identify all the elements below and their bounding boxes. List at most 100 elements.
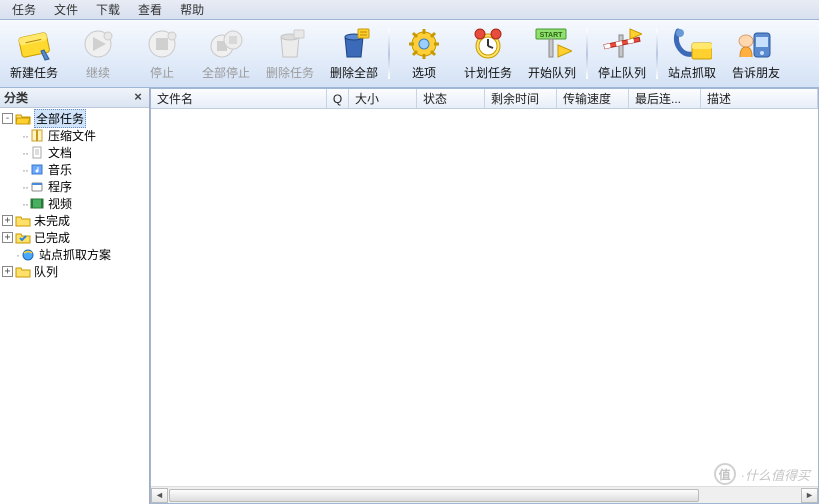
menu-download[interactable]: 下载	[88, 0, 128, 20]
svg-text:START: START	[540, 32, 564, 39]
tree-node-finished[interactable]: + 已完成	[0, 229, 149, 246]
folder-open-icon	[15, 112, 31, 126]
expand-icon[interactable]: +	[2, 266, 13, 277]
tell-friend-icon	[736, 26, 776, 62]
schedule-button[interactable]: 计划任务	[456, 22, 520, 86]
resume-icon	[78, 26, 118, 62]
expand-icon[interactable]: +	[2, 232, 13, 243]
list-body[interactable]	[151, 109, 818, 486]
document-icon	[29, 146, 45, 160]
stop-all-icon	[206, 26, 246, 62]
tree-node-all-tasks[interactable]: - 全部任务	[0, 110, 149, 127]
tree-line-icon: ··	[22, 129, 28, 143]
sidebar-close-button[interactable]: ×	[131, 91, 145, 105]
menu-help[interactable]: 帮助	[172, 0, 212, 20]
tree-node-video[interactable]: ·· 视频	[0, 195, 149, 212]
stop-label: 停止	[150, 64, 174, 81]
tree-label: 压缩文件	[48, 127, 96, 144]
toolbar: 新建任务 继续 停止 全部停止 删除任务 删除全部 选项	[0, 20, 819, 88]
menu-bar: 任务 文件 下载 查看 帮助	[0, 0, 819, 20]
schedule-label: 计划任务	[464, 64, 512, 81]
folder-check-icon	[15, 231, 31, 245]
resume-button[interactable]: 继续	[66, 22, 130, 86]
options-button[interactable]: 选项	[392, 22, 456, 86]
scroll-thumb[interactable]	[169, 489, 699, 502]
new-task-icon	[14, 26, 54, 62]
tree-label: 全部任务	[34, 109, 86, 128]
col-speed[interactable]: 传输速度	[557, 89, 629, 108]
tree-line-icon: ··	[22, 197, 28, 211]
stop-all-label: 全部停止	[202, 64, 250, 81]
grabber-icon	[672, 26, 712, 62]
download-list: 文件名 Q 大小 状态 剩余时间 传输速度 最后连... 描述 ◄ ► 值 ·什…	[150, 88, 819, 504]
tree-node-documents[interactable]: ·· 文档	[0, 144, 149, 161]
column-headers: 文件名 Q 大小 状态 剩余时间 传输速度 最后连... 描述	[151, 89, 818, 109]
tree-label: 站点抓取方案	[39, 246, 111, 263]
video-icon	[29, 197, 45, 211]
ie-icon	[20, 248, 36, 262]
horizontal-scrollbar[interactable]: ◄ ►	[151, 486, 818, 503]
menu-file[interactable]: 文件	[46, 0, 86, 20]
new-task-button[interactable]: 新建任务	[2, 22, 66, 86]
tree-line-icon: ·	[16, 248, 19, 262]
col-q[interactable]: Q	[327, 89, 349, 108]
grabber-label: 站点抓取	[668, 64, 716, 81]
col-timeleft[interactable]: 剩余时间	[485, 89, 557, 108]
grabber-button[interactable]: 站点抓取	[660, 22, 724, 86]
tree-node-music[interactable]: ·· 音乐	[0, 161, 149, 178]
tree-label: 队列	[34, 263, 58, 280]
category-tree: - 全部任务 ·· 压缩文件 ·· 文档 ·· 音乐 ··	[0, 108, 149, 504]
delete-label: 删除任务	[266, 64, 314, 81]
folder-icon	[15, 214, 31, 228]
menu-tasks[interactable]: 任务	[4, 0, 44, 20]
start-queue-icon: START	[532, 26, 572, 62]
stop-icon	[142, 26, 182, 62]
stop-all-button[interactable]: 全部停止	[194, 22, 258, 86]
tree-label: 视频	[48, 195, 72, 212]
toolbar-separator	[656, 29, 658, 79]
sidebar-header: 分类 ×	[0, 88, 149, 108]
start-queue-label: 开始队列	[528, 64, 576, 81]
delete-all-icon	[334, 26, 374, 62]
stop-queue-label: 停止队列	[598, 64, 646, 81]
delete-all-label: 删除全部	[330, 64, 378, 81]
toolbar-separator	[388, 29, 390, 79]
tree-node-queue[interactable]: + 队列	[0, 263, 149, 280]
tree-label: 程序	[48, 178, 72, 195]
expand-icon[interactable]: +	[2, 215, 13, 226]
stop-queue-icon	[602, 26, 642, 62]
tree-label: 文档	[48, 144, 72, 161]
tree-node-unfinished[interactable]: + 未完成	[0, 212, 149, 229]
delete-icon	[270, 26, 310, 62]
sidebar-title: 分类	[4, 89, 28, 106]
tree-label: 音乐	[48, 161, 72, 178]
toolbar-separator	[586, 29, 588, 79]
col-status[interactable]: 状态	[417, 89, 485, 108]
col-lasttry[interactable]: 最后连...	[629, 89, 701, 108]
tree-label: 已完成	[34, 229, 70, 246]
tree-node-grabber-projects[interactable]: · 站点抓取方案	[0, 246, 149, 263]
stop-button[interactable]: 停止	[130, 22, 194, 86]
tell-friend-button[interactable]: 告诉朋友	[724, 22, 788, 86]
col-size[interactable]: 大小	[349, 89, 417, 108]
collapse-icon[interactable]: -	[2, 113, 13, 124]
stop-queue-button[interactable]: 停止队列	[590, 22, 654, 86]
tree-node-compressed[interactable]: ·· 压缩文件	[0, 127, 149, 144]
tree-label: 未完成	[34, 212, 70, 229]
start-queue-button[interactable]: START 开始队列	[520, 22, 584, 86]
scroll-right-button[interactable]: ►	[801, 488, 818, 503]
delete-button[interactable]: 删除任务	[258, 22, 322, 86]
tree-line-icon: ··	[22, 146, 28, 160]
archive-icon	[29, 129, 45, 143]
options-icon	[404, 26, 444, 62]
scroll-track[interactable]	[169, 488, 800, 503]
tell-friend-label: 告诉朋友	[732, 64, 780, 81]
folder-icon	[15, 265, 31, 279]
tree-line-icon: ··	[22, 163, 28, 177]
col-desc[interactable]: 描述	[701, 89, 818, 108]
menu-view[interactable]: 查看	[130, 0, 170, 20]
scroll-left-button[interactable]: ◄	[151, 488, 168, 503]
tree-node-programs[interactable]: ·· 程序	[0, 178, 149, 195]
col-filename[interactable]: 文件名	[151, 89, 327, 108]
delete-all-button[interactable]: 删除全部	[322, 22, 386, 86]
